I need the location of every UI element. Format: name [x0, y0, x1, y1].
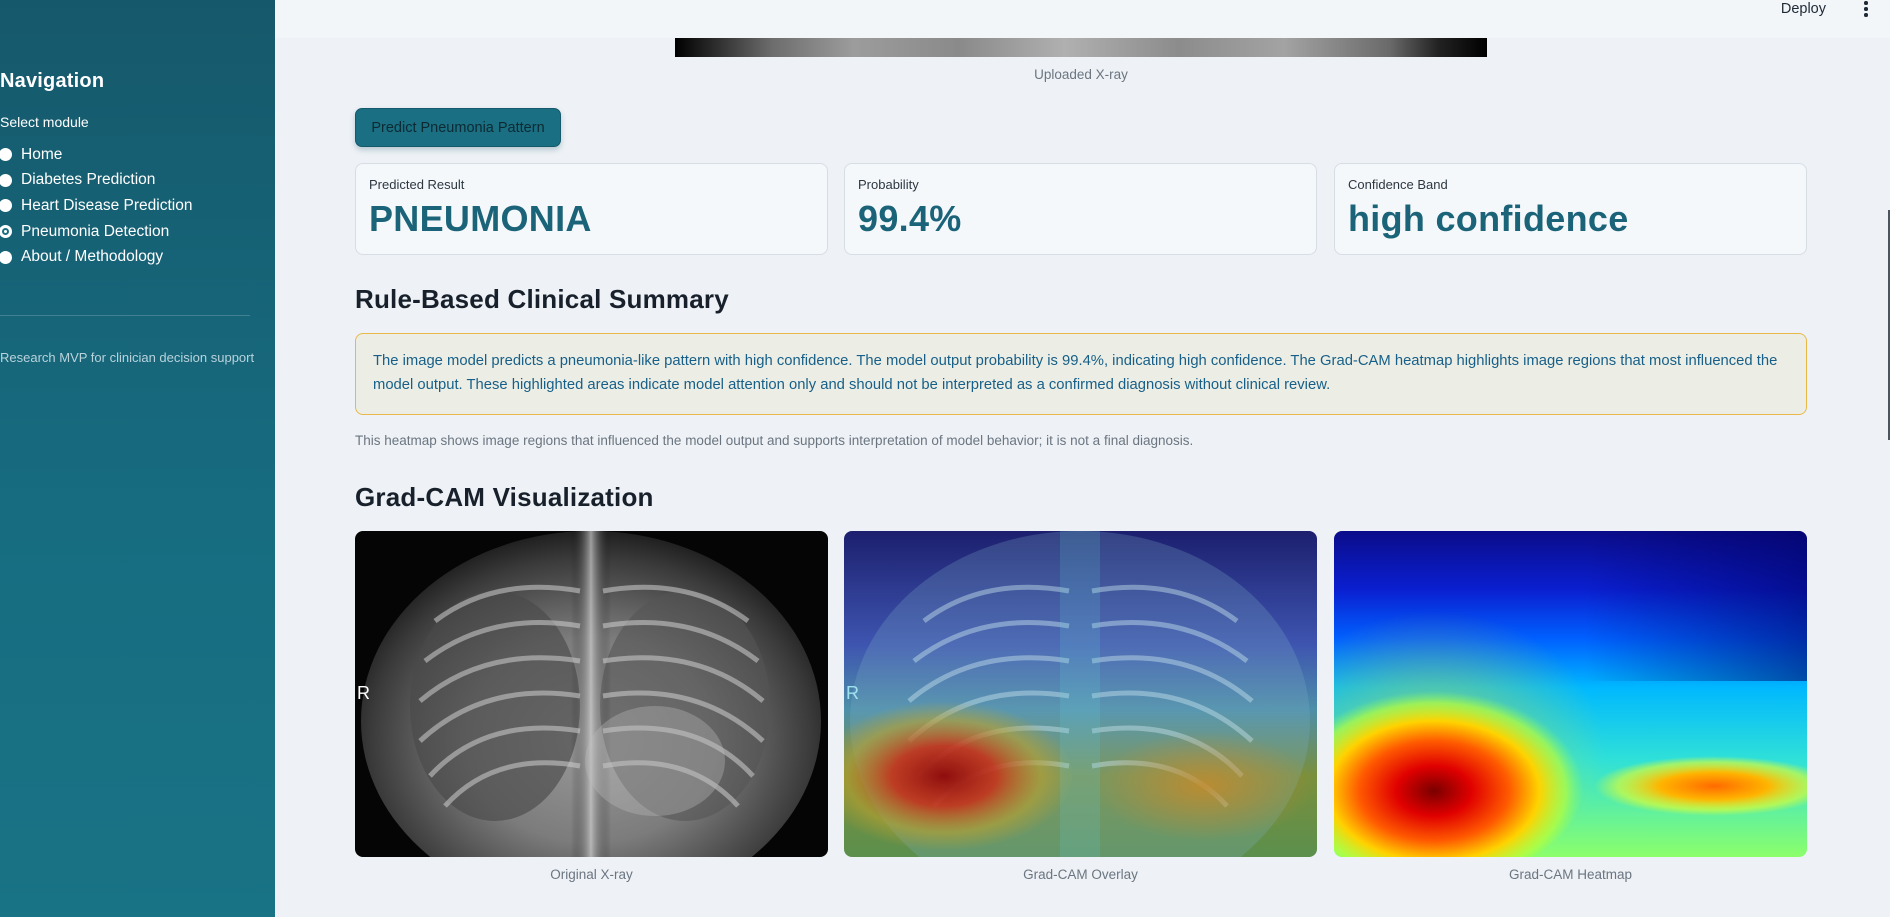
radio-option-label: Pneumonia Detection [21, 222, 170, 240]
radio-option-label: About / Methodology [21, 248, 164, 266]
radio-button-icon[interactable] [0, 173, 12, 187]
module-radio-group: Home Diabetes Prediction Heart Disease P… [0, 142, 192, 270]
radio-option-pneumonia[interactable]: Pneumonia Detection [0, 219, 192, 245]
radio-option-home[interactable]: Home [0, 142, 192, 168]
radio-option-label: Diabetes Prediction [21, 171, 156, 189]
sidebar: Navigation Select module Home Diabetes P… [0, 0, 275, 917]
metric-label: Probability [858, 177, 919, 192]
metric-card-probability: Probability 99.4% [844, 163, 1317, 255]
radio-button-icon[interactable] [0, 199, 12, 213]
radio-button-selected-icon[interactable] [0, 225, 12, 239]
metric-label: Predicted Result [369, 177, 465, 192]
gradcam-heatmap-graphic [1334, 531, 1807, 857]
metric-value: 99.4% [858, 198, 962, 239]
metric-value: PNEUMONIA [369, 198, 592, 239]
kebab-menu-icon[interactable] [1860, 0, 1872, 18]
overlay-marker-label: R [846, 683, 859, 703]
gradcam-overlay-graphic: R [844, 531, 1317, 857]
gradcam-heading: Grad-CAM Visualization [355, 482, 654, 512]
top-bar: Deploy [275, 0, 1890, 38]
clinical-summary-alert: The image model predicts a pneumonia-lik… [355, 333, 1807, 415]
uploaded-xray-caption: Uploaded X-ray [1034, 67, 1128, 82]
original-xray-graphic: R [355, 531, 828, 857]
main-content: Uploaded X-ray Predict Pneumonia Pattern… [275, 38, 1890, 917]
gradcam-heatmap-caption: Grad-CAM Heatmap [1508, 867, 1633, 882]
radio-button-icon[interactable] [0, 148, 12, 162]
heatmap-disclaimer: This heatmap shows image regions that in… [355, 433, 1194, 448]
metric-value: high confidence [1348, 198, 1629, 239]
select-module-label: Select module [0, 114, 89, 130]
gradcam-heatmap-image [1334, 531, 1807, 857]
metric-label: Confidence Band [1348, 177, 1448, 192]
clinical-summary-heading: Rule-Based Clinical Summary [355, 284, 729, 314]
radio-option-diabetes[interactable]: Diabetes Prediction [0, 168, 192, 194]
radio-option-heart-disease[interactable]: Heart Disease Prediction [0, 193, 192, 219]
deploy-button[interactable]: Deploy [1781, 0, 1826, 18]
predict-pneumonia-button[interactable]: Predict Pneumonia Pattern [355, 108, 561, 147]
original-xray-image: R [355, 531, 828, 857]
uploaded-xray-image [675, 38, 1487, 57]
radio-option-label: Home [21, 145, 63, 163]
xray-marker-label: R [357, 683, 370, 703]
sidebar-divider [0, 315, 250, 316]
radio-option-about[interactable]: About / Methodology [0, 244, 192, 270]
radio-button-icon[interactable] [0, 250, 12, 264]
metric-card-confidence-band: Confidence Band high confidence [1334, 163, 1807, 255]
metric-card-predicted-result: Predicted Result PNEUMONIA [355, 163, 828, 255]
sidebar-note: Research MVP for clinician decision supp… [0, 350, 255, 365]
radio-option-label: Heart Disease Prediction [21, 196, 193, 214]
original-xray-caption: Original X-ray [550, 867, 633, 882]
gradcam-overlay-image: R [844, 531, 1317, 857]
sidebar-title: Navigation [0, 70, 105, 92]
gradcam-overlay-caption: Grad-CAM Overlay [1023, 867, 1138, 882]
